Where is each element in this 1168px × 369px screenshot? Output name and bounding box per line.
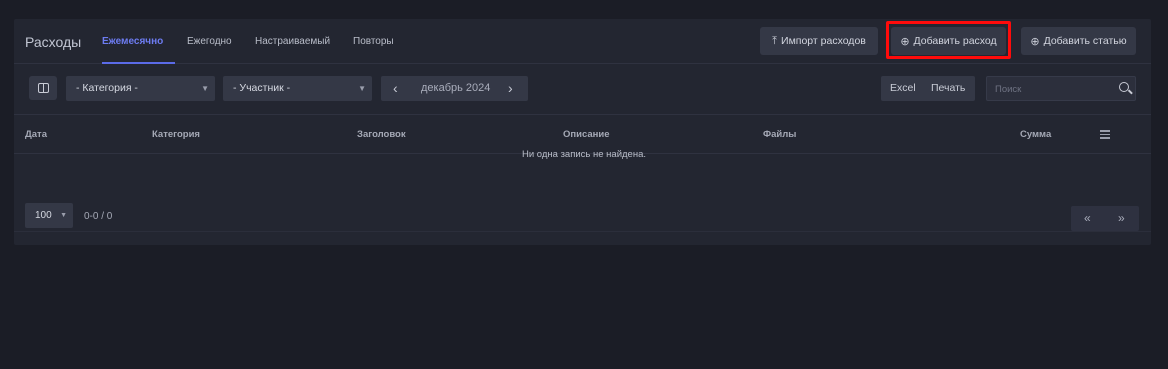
column-title[interactable]: Заголовок (357, 129, 406, 140)
column-files[interactable]: Файлы (763, 129, 796, 140)
add-item-label: Добавить статью (1043, 35, 1127, 47)
column-date[interactable]: Дата (25, 129, 47, 140)
tab-custom[interactable]: Настраиваемый (255, 36, 330, 47)
import-expenses-button[interactable]: ⤒ Импорт расходов (760, 27, 878, 55)
add-item-button[interactable]: ⊕ Добавить статью (1021, 27, 1136, 55)
column-description[interactable]: Описание (563, 129, 610, 140)
print-button[interactable]: Печать (931, 82, 965, 94)
panel-header: Расходы Ежемесячно Ежегодно Настраиваемы… (14, 19, 1151, 64)
member-select[interactable]: - Участник - ▼ (223, 76, 372, 101)
upload-icon: ⤒ (772, 34, 778, 47)
period-navigator: ‹ декабрь 2024 › (381, 76, 528, 101)
chevron-right-icon[interactable]: › (508, 80, 513, 96)
tab-monthly[interactable]: Ежемесячно (102, 36, 163, 47)
page-size-value: 100 (35, 210, 52, 221)
page-size-select[interactable]: 100 ▼ (25, 203, 73, 228)
add-expense-label: Добавить расход (913, 35, 997, 47)
expenses-panel: Расходы Ежемесячно Ежегодно Настраиваемы… (14, 19, 1151, 245)
chevron-down-icon: ▼ (60, 212, 67, 219)
active-tab-indicator (102, 62, 175, 64)
column-category[interactable]: Категория (152, 129, 200, 140)
plus-circle-icon: ⊕ (1030, 35, 1040, 48)
tab-recurring[interactable]: Повторы (353, 36, 394, 47)
pagination-controls: « » (1071, 206, 1139, 231)
page-title: Расходы (25, 34, 82, 50)
chevron-down-icon: ▼ (358, 84, 366, 93)
excel-button[interactable]: Excel (890, 82, 916, 94)
chevron-left-icon[interactable]: ‹ (393, 80, 398, 96)
search-input[interactable] (995, 82, 1105, 96)
category-select[interactable]: - Категория - ▼ (66, 76, 215, 101)
search-icon[interactable] (1119, 82, 1129, 92)
period-label: декабрь 2024 (421, 82, 491, 94)
member-select-value: - Участник - (233, 82, 291, 94)
tab-yearly[interactable]: Ежегодно (187, 36, 232, 47)
menu-icon[interactable] (1100, 130, 1110, 139)
divider (14, 231, 1151, 232)
column-amount[interactable]: Сумма (1020, 129, 1051, 140)
filter-toolbar: - Категория - ▼ - Участник - ▼ ‹ декабрь… (14, 65, 1151, 115)
add-expense-button[interactable]: ⊕ Добавить расход (891, 27, 1006, 55)
column-toggle-button[interactable] (29, 76, 57, 100)
search-box (986, 76, 1136, 101)
category-select-value: - Категория - (76, 82, 138, 94)
export-group: Excel Печать (881, 76, 975, 101)
chevron-down-icon: ▼ (201, 84, 209, 93)
empty-message: Ни одна запись не найдена. (521, 149, 647, 160)
import-expenses-label: Импорт расходов (781, 35, 866, 47)
columns-icon (37, 83, 49, 93)
pagination-range: 0-0 / 0 (84, 211, 113, 222)
prev-page-button[interactable]: « (1084, 211, 1091, 225)
plus-circle-icon: ⊕ (900, 35, 910, 48)
next-page-button[interactable]: » (1118, 211, 1125, 225)
